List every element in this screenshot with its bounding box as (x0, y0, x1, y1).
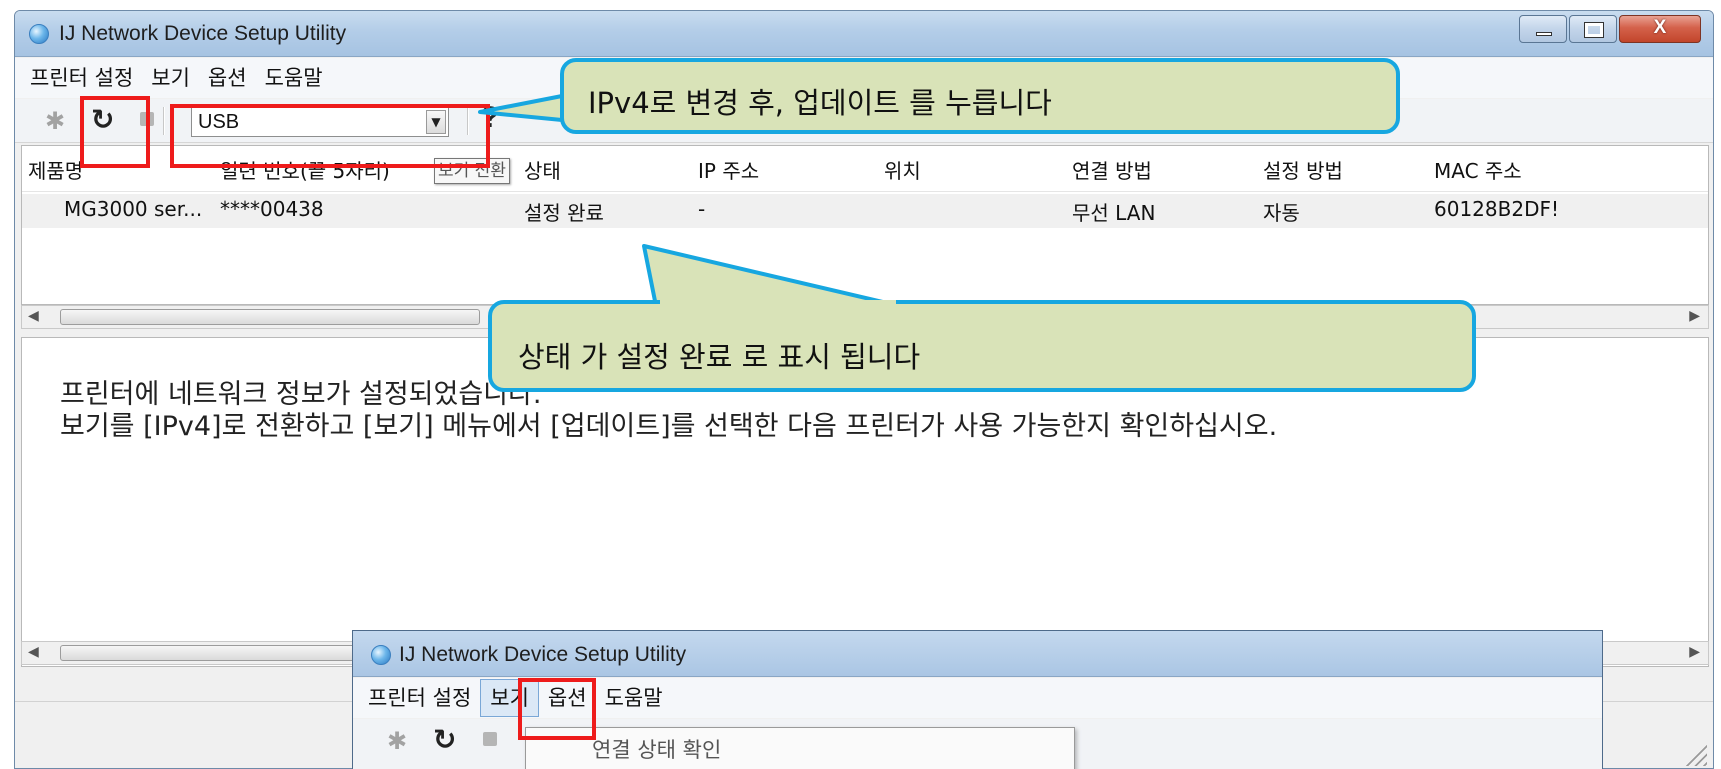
minimize-icon (1536, 32, 1552, 36)
app-globe-icon (29, 24, 49, 44)
cell-serial-number: ****00438 (220, 197, 324, 221)
inset-title-bar: IJ Network Device Setup Utility (353, 631, 1602, 677)
scroll-right-icon[interactable]: ▶ (1689, 308, 1700, 324)
toolbar-separator (163, 107, 165, 135)
view-menu-highlight-box (518, 678, 596, 740)
window-controls: X (1517, 15, 1701, 43)
app-globe-icon (371, 645, 391, 665)
col-location[interactable]: 위치 (884, 155, 921, 184)
callout-top-text: IPv4로 변경 후, 업데이트 를 누릅니다 (588, 86, 1052, 120)
cell-ip-address: - (698, 197, 706, 221)
menu-options[interactable]: 옵션 (199, 60, 256, 96)
col-product-name[interactable]: 제품명 (28, 155, 83, 184)
cell-mac-address: 60128B2DF! (1434, 197, 1559, 221)
callout-pointer-joint (660, 300, 896, 306)
table-row[interactable]: MG3000 ser... ****00438 설정 완료 - 무선 LAN 자… (22, 194, 1708, 228)
cell-connection-method: 무선 LAN (1072, 201, 1156, 225)
refresh-highlight-box (80, 96, 150, 168)
scroll-left-icon[interactable]: ◀ (28, 644, 39, 660)
col-setup-method[interactable]: 설정 방법 (1263, 155, 1343, 184)
cell-setup-method: 자동 (1263, 201, 1300, 225)
settings-icon[interactable]: ✱ (45, 107, 65, 135)
menu-view[interactable]: 보기 (142, 60, 199, 96)
close-icon: X (1653, 17, 1667, 38)
settings-icon[interactable]: ✱ (387, 727, 407, 755)
col-connection-method[interactable]: 연결 방법 (1072, 155, 1152, 184)
minimize-button[interactable] (1519, 15, 1567, 43)
col-mac-address[interactable]: MAC 주소 (1434, 155, 1522, 184)
maximize-button[interactable] (1569, 15, 1617, 43)
callout-middle-text: 상태 가 설정 완료 로 표시 됩니다 (518, 340, 921, 374)
callout-top: IPv4로 변경 후, 업데이트 를 누릅니다 (560, 58, 1400, 134)
cell-status: 설정 완료 (524, 201, 604, 225)
resize-grip-icon[interactable] (1685, 744, 1707, 766)
view-select-highlight-box (170, 104, 490, 168)
refresh-icon[interactable]: ↻ (433, 725, 456, 755)
cell-product-name: MG3000 ser... (64, 197, 203, 221)
screenshot-stage: IJ Network Device Setup Utility X 프린터 설정… (0, 0, 1721, 769)
inset-menu-help[interactable]: 도움말 (596, 680, 672, 716)
view-menu-dropdown: 연결 상태 확인 (525, 727, 1075, 769)
inset-window-title: IJ Network Device Setup Utility (399, 643, 687, 666)
inset-menu-printer-settings[interactable]: 프린터 설정 (359, 680, 480, 716)
scrollbar-thumb[interactable] (60, 309, 480, 325)
close-button[interactable]: X (1619, 15, 1701, 43)
info-message-line-2: 보기를 [IPv4]로 전환하고 [보기] 메뉴에서 [업데이트]를 선택한 다… (60, 411, 1278, 442)
col-status[interactable]: 상태 (524, 155, 561, 184)
callout-middle: 상태 가 설정 완료 로 표시 됩니다 (488, 300, 1476, 392)
menu-item-check-connection-status[interactable]: 연결 상태 확인 (592, 734, 721, 764)
title-bar[interactable]: IJ Network Device Setup Utility X (15, 11, 1713, 57)
menu-help[interactable]: 도움말 (256, 60, 332, 96)
menu-printer-settings[interactable]: 프린터 설정 (21, 60, 142, 96)
col-ip-address[interactable]: IP 주소 (698, 155, 759, 184)
scroll-left-icon[interactable]: ◀ (28, 308, 39, 324)
stop-icon[interactable] (483, 732, 497, 746)
scroll-right-icon[interactable]: ▶ (1689, 644, 1700, 660)
window-title: IJ Network Device Setup Utility (59, 22, 347, 45)
maximize-icon (1584, 22, 1604, 38)
callout-pointer-top (478, 94, 565, 122)
